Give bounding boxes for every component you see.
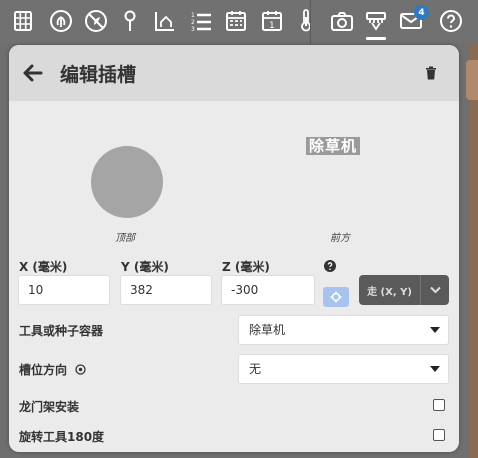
direction-select-value: 无 bbox=[249, 362, 262, 376]
rotate-checkbox[interactable] bbox=[433, 429, 445, 441]
direction-label: 槽位方向 bbox=[19, 363, 68, 377]
front-view-label: 前方 bbox=[330, 233, 350, 244]
coordinates-row: X (毫米) Y (毫米) Z (毫米) 10 382 -300 走 (X, Y… bbox=[9, 256, 459, 316]
panel-header: 编辑插槽 bbox=[9, 45, 459, 101]
svg-text:3: 3 bbox=[191, 26, 195, 33]
top-toolbar: 123 1 4 bbox=[0, 0, 478, 44]
help-icon[interactable] bbox=[438, 8, 464, 34]
top-view-label: 顶部 bbox=[115, 233, 135, 244]
rotate-row: 旋转工具180度 bbox=[9, 427, 459, 452]
calendar-icon[interactable] bbox=[223, 8, 249, 34]
y-label: Y (毫米) bbox=[121, 260, 169, 274]
top-view-circle bbox=[91, 146, 163, 218]
list-numbered-icon[interactable]: 123 bbox=[188, 8, 214, 34]
camera-icon[interactable] bbox=[329, 8, 355, 34]
direction-label-wrap: 槽位方向 bbox=[19, 361, 86, 378]
tool-row: 工具或种子容器 除草机 bbox=[9, 315, 459, 345]
svg-text:1: 1 bbox=[191, 12, 195, 19]
gantry-row: 龙门架安装 bbox=[9, 397, 459, 427]
calendar-one-icon[interactable]: 1 bbox=[259, 8, 285, 34]
edit-slot-panel: 编辑插槽 顶部 除草机 前方 X (毫米) Y (毫米) Z (毫米) 10 3… bbox=[9, 45, 459, 452]
background-map-edge bbox=[470, 44, 478, 458]
front-view-tool-tag: 除草机 bbox=[306, 137, 361, 155]
z-input[interactable]: -300 bbox=[221, 275, 315, 305]
z-label: Z (毫米) bbox=[222, 260, 270, 274]
pin-icon[interactable] bbox=[117, 8, 143, 34]
y-input[interactable]: 382 bbox=[120, 275, 212, 305]
chart-home-icon[interactable] bbox=[152, 8, 178, 34]
tool-label: 工具或种子容器 bbox=[19, 324, 104, 338]
thermometer-icon[interactable] bbox=[293, 8, 319, 34]
mail-icon[interactable]: 4 bbox=[398, 5, 429, 34]
rotate-label: 旋转工具180度 bbox=[19, 430, 105, 444]
caret-down-icon bbox=[430, 366, 440, 372]
tool-select[interactable]: 除草机 bbox=[238, 315, 449, 345]
x-label: X (毫米) bbox=[19, 260, 68, 274]
direction-select[interactable]: 无 bbox=[238, 354, 449, 384]
page-title: 编辑插槽 bbox=[60, 64, 137, 86]
slot-preview: 顶部 除草机 前方 bbox=[9, 101, 459, 244]
back-arrow-icon[interactable] bbox=[23, 64, 43, 82]
use-current-location-button[interactable] bbox=[323, 287, 349, 307]
caret-down-icon bbox=[430, 327, 440, 333]
trash-icon[interactable] bbox=[425, 66, 437, 80]
svg-text:1: 1 bbox=[269, 21, 275, 31]
no-plant-icon[interactable] bbox=[83, 8, 109, 34]
direction-row: 槽位方向 无 bbox=[9, 354, 459, 384]
tool-select-value: 除草机 bbox=[249, 323, 286, 337]
crosshairs-icon bbox=[330, 291, 342, 303]
x-input[interactable]: 10 bbox=[18, 275, 110, 305]
gantry-checkbox[interactable] bbox=[433, 399, 445, 411]
leaf-icon[interactable] bbox=[48, 8, 74, 34]
svg-text:2: 2 bbox=[191, 19, 195, 26]
background-map-tab bbox=[466, 60, 478, 100]
mail-badge: 4 bbox=[414, 5, 429, 20]
move-button-label: 走 (X, Y) bbox=[367, 286, 412, 298]
move-to-xy-button[interactable]: 走 (X, Y) bbox=[359, 275, 449, 305]
chevron-down-icon[interactable] bbox=[421, 286, 449, 294]
toolbar-divider bbox=[310, 0, 311, 44]
controls-icon[interactable] bbox=[363, 8, 389, 40]
gantry-label: 龙门架安装 bbox=[19, 400, 80, 414]
help-circle-icon[interactable] bbox=[324, 260, 336, 272]
grid-icon[interactable] bbox=[10, 8, 36, 34]
target-icon[interactable] bbox=[75, 364, 86, 375]
